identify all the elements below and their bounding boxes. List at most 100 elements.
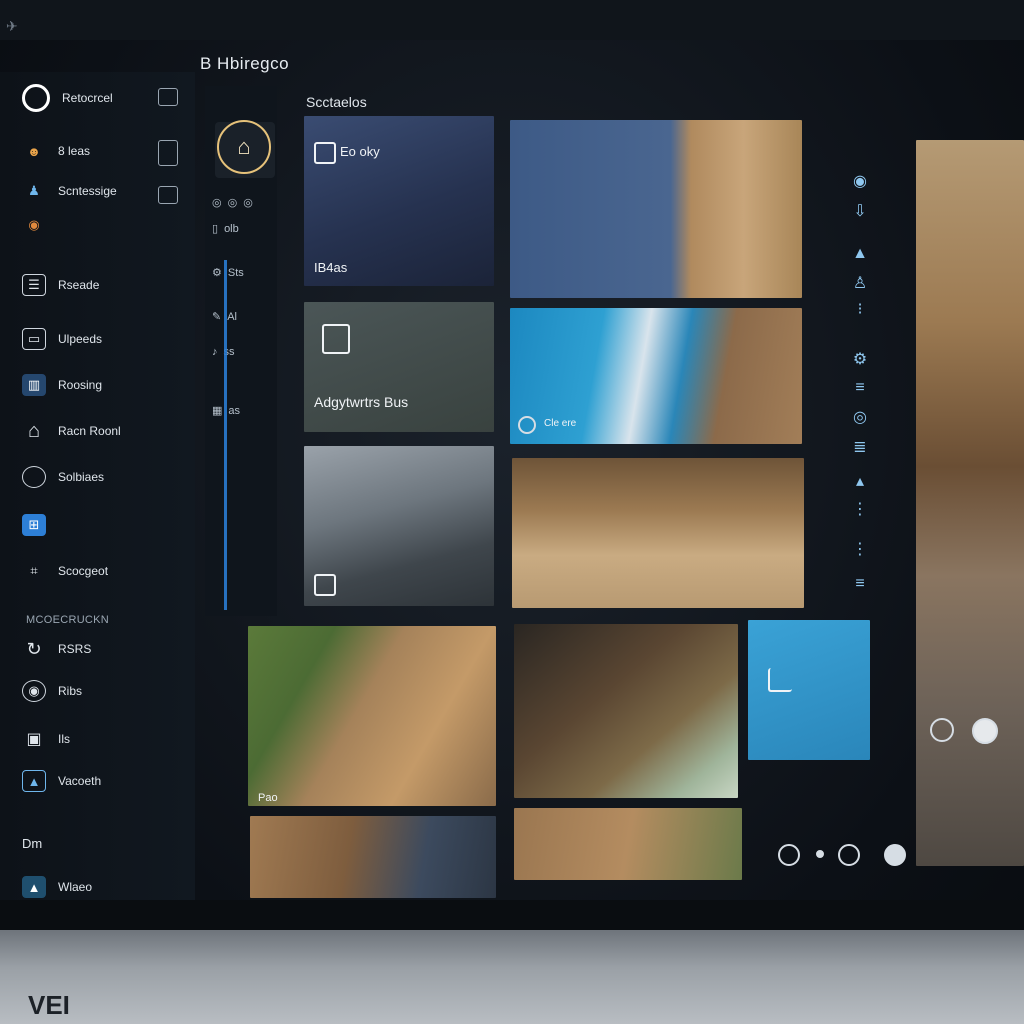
tile-teal[interactable] (748, 620, 870, 760)
list-icon[interactable]: ≣ (848, 438, 872, 458)
app-title: B Hbiregco (200, 54, 290, 73)
sidebar-item-label: RSRS (58, 642, 92, 656)
section-title: Scctaelos (306, 94, 367, 110)
back-icon[interactable]: ✈ (6, 18, 18, 35)
doc-icon: ▯ (212, 223, 219, 235)
sidebar-item-label: Dm (22, 836, 43, 851)
eye-icon[interactable]: ◎ (848, 408, 872, 428)
sidebar-item-label: Racn Roonl (58, 424, 121, 438)
sidebar-item-label: Scntessige (58, 184, 117, 198)
nav-row-dots[interactable]: ◎ ◎ ◎ (212, 196, 253, 209)
tile-wave[interactable]: Cle ere (510, 308, 802, 444)
sidebar-bottom-item-3[interactable]: ▣ Ils (22, 728, 70, 750)
person-icon[interactable]: ♙ (848, 274, 872, 294)
grid-icon: ▦ (212, 405, 223, 417)
sidebar-item-label: Rseade (58, 278, 100, 292)
mail-icon (314, 142, 336, 164)
record-icon[interactable] (884, 844, 906, 866)
settings-icon[interactable]: ⚙ (848, 350, 872, 370)
sidebar-item-8[interactable]: ⌂ Racn Roonl (22, 420, 121, 442)
sidebar-bottom-item-5[interactable]: Dm (22, 836, 42, 851)
sidebar-item-2[interactable]: ☻ 8 leas (22, 140, 90, 162)
nav-row-1[interactable]: ▯ olb (212, 222, 239, 236)
sidebar-item-7[interactable]: ▥ Roosing (22, 374, 102, 396)
tile-earth[interactable] (514, 808, 742, 880)
circle-icon[interactable]: ◉ (848, 172, 872, 192)
sidebar-item-1[interactable]: Retocrcel (22, 84, 113, 112)
pen-icon: ✎ (212, 311, 222, 323)
camera-icon: ▣ (26, 731, 42, 748)
top-bar (0, 0, 1024, 40)
lines-icon[interactable]: ≡ (848, 378, 872, 398)
sidebar: Retocrcel ☻ 8 leas ♟ Scntessige ◉ ☰ Rsea… (0, 72, 195, 932)
chair-icon[interactable]: ⌂ (217, 120, 271, 174)
sidebar-bottom-item-1[interactable]: ↻ RSRS (22, 638, 91, 660)
document-icon: ☰ (22, 274, 46, 296)
pin-icon[interactable]: ▲ (848, 244, 872, 264)
tag-icon[interactable]: ⋮ (848, 500, 872, 520)
chart-icon: ▥ (22, 374, 46, 396)
eye-icon: ◉ (22, 680, 46, 702)
menu-icon[interactable]: ≡ (848, 574, 872, 594)
sidebar-item-label: Ils (58, 732, 70, 746)
sidebar-bottom-item-4[interactable]: ▲ Vacoeth (22, 770, 101, 792)
tile-grey[interactable]: Adgytwrtrs Bus (304, 302, 494, 432)
nav-row-label: Sts (227, 266, 244, 279)
tag-icon: ⌗ (30, 563, 38, 578)
arrow-icon[interactable]: ⇩ (848, 202, 872, 222)
sidebar-item-9[interactable]: Solbiaes (22, 466, 104, 488)
tile-sand[interactable] (512, 458, 804, 608)
refresh-icon: ↻ (26, 638, 42, 659)
bookmark-icon[interactable] (158, 140, 178, 166)
nav-row-label: olb (224, 222, 239, 235)
dots-icon[interactable]: ⁝ (848, 300, 872, 320)
sidebar-item-label: Scocgeot (58, 564, 109, 578)
sidebar-item-4[interactable]: ◉ (22, 214, 58, 236)
tile-sky-rock[interactable] (510, 120, 802, 298)
sidebar-item-label: 8 leas (58, 144, 91, 158)
tile-label: Pao (258, 792, 278, 804)
drop-icon[interactable]: ▴ (848, 472, 872, 492)
record-icon (972, 718, 998, 744)
sidebar-bottom-item-6[interactable]: ▲ Wlaeo (22, 876, 92, 898)
nav-row-label: Al (227, 310, 237, 323)
window-icon: ▭ (22, 328, 46, 350)
emoji-icon: ☻ (27, 143, 41, 159)
tile-slope[interactable] (304, 446, 494, 606)
tile-label: Adgytwrtrs Bus (314, 394, 409, 410)
dot-icon[interactable] (816, 850, 824, 858)
sidebar-item-11[interactable]: ⌗ Scocgeot (22, 560, 108, 582)
sidebar-item-5[interactable]: ☰ Rseade (22, 274, 99, 296)
copy-icon[interactable] (158, 88, 178, 106)
spinner-icon (930, 718, 954, 742)
tile-cave[interactable] (514, 624, 738, 798)
tile-blue[interactable]: Eo oky IB4as (304, 116, 494, 286)
sidebar-item-6[interactable]: ▭ Ulpeeds (22, 328, 102, 350)
nav-scrollbar[interactable] (224, 260, 227, 610)
image-icon: ▲ (22, 770, 46, 792)
sidebar-item-10[interactable]: ⊞ (22, 514, 58, 536)
sidebar-item-3[interactable]: ♟ Scntessige (22, 180, 117, 202)
chair-icon (768, 668, 792, 692)
tile-grass-rock[interactable]: Pao (248, 626, 496, 806)
home-icon: ⌂ (27, 419, 41, 442)
tile-caption: Cle ere (544, 418, 577, 429)
filter-icon[interactable]: ⋮ (848, 540, 872, 560)
preview-panel[interactable] (916, 140, 1024, 866)
cup-icon (322, 324, 350, 354)
dot-icon: ◎ (243, 197, 253, 209)
circle-icon (22, 84, 50, 112)
monitor-bezel (0, 930, 1024, 1024)
drop-icon[interactable] (778, 844, 800, 866)
sidebar-bottom-item-2[interactable]: ◉ Ribs (22, 680, 82, 702)
sidebar-section-label: MCOECRUCKN (26, 614, 110, 626)
list-icon[interactable] (158, 186, 178, 204)
mic-icon: ♪ (212, 346, 218, 358)
sidebar-item-label: Solbiaes (58, 470, 105, 484)
globe-icon: ◉ (28, 217, 40, 232)
sidebar-item-label: Wlaeo (58, 880, 93, 894)
nav-row-2[interactable]: ⚙ Sts (212, 266, 244, 280)
drop-icon[interactable] (838, 844, 860, 866)
circle-icon (518, 416, 536, 434)
tile-cliff[interactable] (250, 816, 496, 898)
